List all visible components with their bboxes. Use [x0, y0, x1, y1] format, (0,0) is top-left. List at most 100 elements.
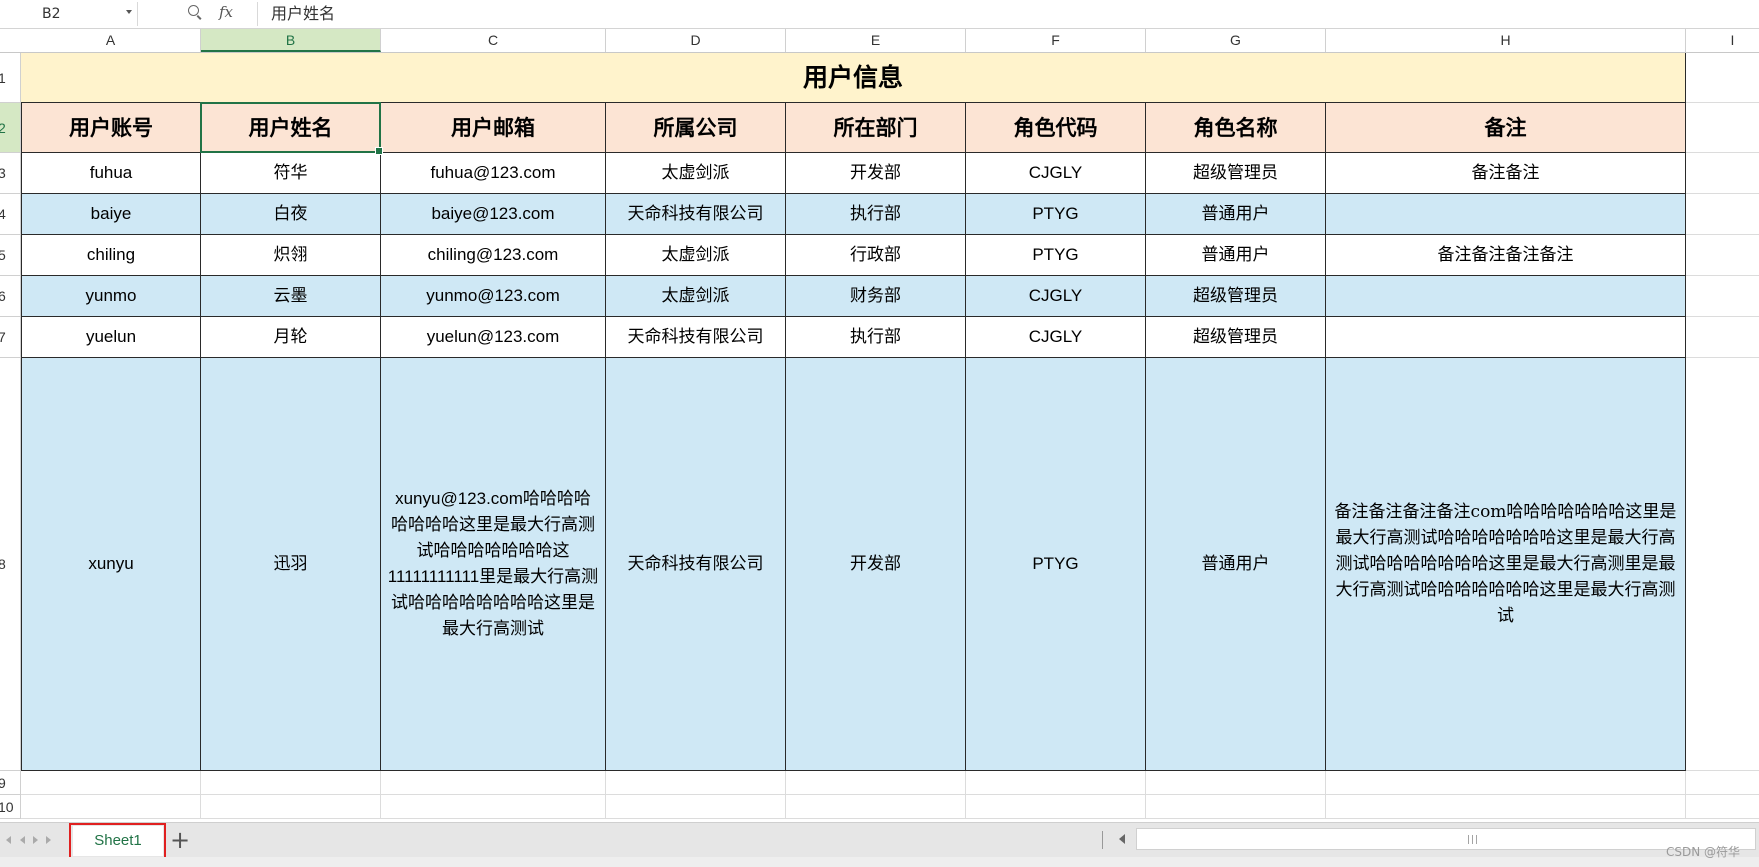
table-cell[interactable]: chiling: [21, 235, 201, 276]
zoom-icon[interactable]: [188, 5, 199, 16]
empty-cell[interactable]: [606, 795, 786, 819]
header-cell[interactable]: 用户姓名: [201, 103, 381, 153]
column-header-f[interactable]: F: [966, 29, 1146, 52]
table-cell[interactable]: xunyu: [21, 358, 201, 771]
table-cell[interactable]: [1326, 317, 1686, 358]
empty-cell[interactable]: [1686, 317, 1759, 358]
table-cell[interactable]: 月轮: [201, 317, 381, 358]
table-cell[interactable]: 开发部: [786, 358, 966, 771]
table-cell[interactable]: 超级管理员: [1146, 276, 1326, 317]
add-sheet-button[interactable]: +: [170, 826, 190, 854]
header-cell[interactable]: 用户邮箱: [381, 103, 606, 153]
table-cell[interactable]: xunyu@123.com哈哈哈哈哈哈哈哈这里是最大行高测试哈哈哈哈哈哈哈这11…: [381, 358, 606, 771]
table-cell[interactable]: 普通用户: [1146, 194, 1326, 235]
header-cell[interactable]: 所属公司: [606, 103, 786, 153]
empty-cell[interactable]: [1326, 771, 1686, 795]
row-header-8[interactable]: 8: [0, 358, 21, 771]
empty-cell[interactable]: [201, 795, 381, 819]
table-cell[interactable]: 太虚剑派: [606, 235, 786, 276]
column-header-i[interactable]: I: [1686, 29, 1759, 52]
empty-cell[interactable]: [1686, 235, 1759, 276]
header-cell[interactable]: 用户账号: [21, 103, 201, 153]
name-box[interactable]: B2: [0, 2, 138, 26]
table-cell[interactable]: 超级管理员: [1146, 317, 1326, 358]
empty-cell[interactable]: [1686, 103, 1759, 153]
table-cell[interactable]: CJGLY: [966, 276, 1146, 317]
table-cell[interactable]: 太虚剑派: [606, 276, 786, 317]
table-cell[interactable]: yuelun: [21, 317, 201, 358]
table-cell[interactable]: 执行部: [786, 317, 966, 358]
table-title[interactable]: 用户信息: [21, 53, 1686, 103]
table-cell[interactable]: chiling@123.com: [381, 235, 606, 276]
column-header-d[interactable]: D: [606, 29, 786, 52]
empty-cell[interactable]: [381, 771, 606, 795]
table-cell[interactable]: fuhua@123.com: [381, 153, 606, 194]
table-cell[interactable]: 行政部: [786, 235, 966, 276]
row-header-10[interactable]: 10: [0, 795, 21, 819]
empty-cell[interactable]: [381, 795, 606, 819]
empty-cell[interactable]: [21, 795, 201, 819]
horizontal-scrollbar[interactable]: |||: [1136, 828, 1756, 850]
column-header-h[interactable]: H: [1326, 29, 1686, 52]
row-header-3[interactable]: 3: [0, 153, 21, 194]
empty-cell[interactable]: [966, 795, 1146, 819]
row-header-5[interactable]: 5: [0, 235, 21, 276]
table-cell[interactable]: 执行部: [786, 194, 966, 235]
table-cell[interactable]: 白夜: [201, 194, 381, 235]
column-header-e[interactable]: E: [786, 29, 966, 52]
table-cell[interactable]: 太虚剑派: [606, 153, 786, 194]
row-header-2[interactable]: 2: [0, 103, 21, 153]
table-cell[interactable]: 备注备注: [1326, 153, 1686, 194]
table-cell[interactable]: yuelun@123.com: [381, 317, 606, 358]
scroll-left-icon[interactable]: [1119, 834, 1125, 844]
empty-cell[interactable]: [21, 771, 201, 795]
table-cell[interactable]: 普通用户: [1146, 235, 1326, 276]
empty-cell[interactable]: [966, 771, 1146, 795]
table-cell[interactable]: 炽翎: [201, 235, 381, 276]
empty-cell[interactable]: [1686, 771, 1759, 795]
empty-cell[interactable]: [1686, 153, 1759, 194]
next-sheet-icon[interactable]: [33, 836, 38, 844]
table-cell[interactable]: 天命科技有限公司: [606, 194, 786, 235]
function-icon[interactable]: fx: [219, 3, 233, 21]
table-cell[interactable]: 开发部: [786, 153, 966, 194]
row-header-1[interactable]: 1: [0, 53, 21, 103]
empty-cell[interactable]: [1686, 358, 1759, 771]
column-header-a[interactable]: A: [21, 29, 201, 52]
first-sheet-icon[interactable]: [6, 836, 11, 844]
table-cell[interactable]: CJGLY: [966, 317, 1146, 358]
empty-cell[interactable]: [201, 771, 381, 795]
table-cell[interactable]: [1326, 276, 1686, 317]
last-sheet-icon[interactable]: [46, 836, 51, 844]
empty-cell[interactable]: [1686, 276, 1759, 317]
table-cell[interactable]: 备注备注备注备注com哈哈哈哈哈哈哈这里是最大行高测试哈哈哈哈哈哈哈这里是最大行…: [1326, 358, 1686, 771]
empty-cell[interactable]: [1686, 53, 1759, 103]
header-cell[interactable]: 所在部门: [786, 103, 966, 153]
table-cell[interactable]: fuhua: [21, 153, 201, 194]
table-cell[interactable]: 天命科技有限公司: [606, 317, 786, 358]
table-cell[interactable]: 云墨: [201, 276, 381, 317]
table-cell[interactable]: baiye: [21, 194, 201, 235]
table-cell[interactable]: yunmo: [21, 276, 201, 317]
empty-cell[interactable]: [786, 795, 966, 819]
empty-cell[interactable]: [1686, 194, 1759, 235]
column-header-g[interactable]: G: [1146, 29, 1326, 52]
formula-input[interactable]: 用户姓名: [271, 2, 335, 26]
table-cell[interactable]: 符华: [201, 153, 381, 194]
table-cell[interactable]: PTYG: [966, 358, 1146, 771]
header-cell[interactable]: 备注: [1326, 103, 1686, 153]
row-header-6[interactable]: 6: [0, 276, 21, 317]
table-cell[interactable]: 超级管理员: [1146, 153, 1326, 194]
empty-cell[interactable]: [786, 771, 966, 795]
table-cell[interactable]: 天命科技有限公司: [606, 358, 786, 771]
table-cell[interactable]: 财务部: [786, 276, 966, 317]
empty-cell[interactable]: [1686, 795, 1759, 819]
table-cell[interactable]: baiye@123.com: [381, 194, 606, 235]
column-header-b[interactable]: B: [201, 29, 381, 52]
row-header-4[interactable]: 4: [0, 194, 21, 235]
table-cell[interactable]: PTYG: [966, 194, 1146, 235]
table-cell[interactable]: yunmo@123.com: [381, 276, 606, 317]
table-cell[interactable]: [1326, 194, 1686, 235]
empty-cell[interactable]: [1326, 795, 1686, 819]
chevron-down-icon[interactable]: [126, 10, 132, 14]
